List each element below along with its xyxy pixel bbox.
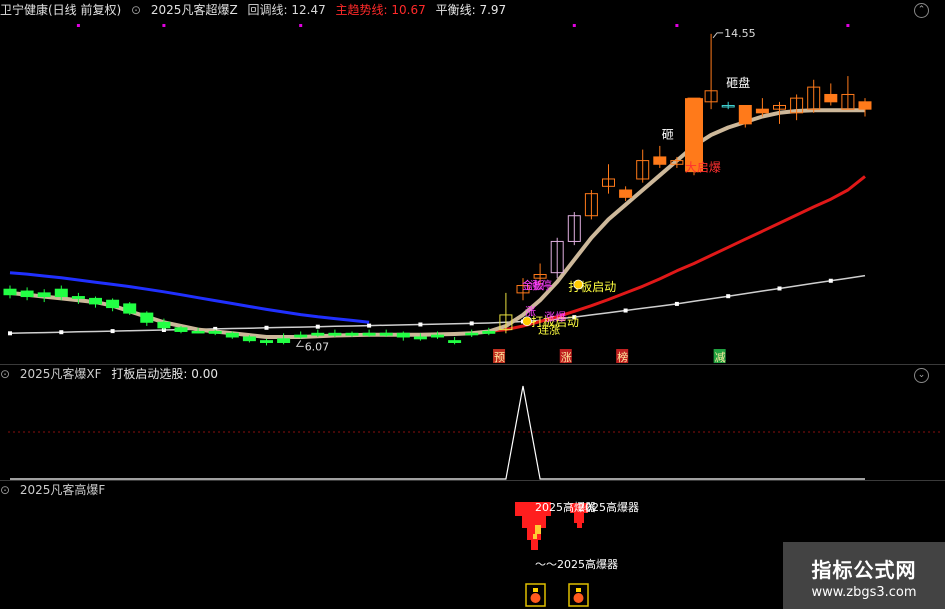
f-label-b: 2025高爆器 xyxy=(578,500,639,514)
candle-body[interactable] xyxy=(824,93,838,103)
candle-body[interactable] xyxy=(482,330,496,334)
candle-body[interactable] xyxy=(123,303,137,314)
candle-body[interactable] xyxy=(20,290,34,298)
candle-body[interactable] xyxy=(89,297,102,305)
balance-dot xyxy=(623,308,628,313)
watermark-url: www.zbgs3.com xyxy=(811,585,917,600)
zapan-label: 砸盘 xyxy=(726,75,750,90)
balance-dot xyxy=(469,321,474,326)
candle-body[interactable] xyxy=(191,330,205,334)
candle-body[interactable] xyxy=(37,292,51,298)
pullback-value: 回调线: 12.47 xyxy=(247,3,326,17)
indicator-dropdown-icon[interactable]: ⊙ xyxy=(131,3,141,17)
candle-body[interactable] xyxy=(294,334,308,338)
balance-dot xyxy=(367,323,372,328)
balance-dot xyxy=(110,329,115,334)
candle-body[interactable] xyxy=(71,296,85,299)
candle-body[interactable] xyxy=(413,336,427,340)
candle-body[interactable] xyxy=(140,312,154,323)
watermark-title: 指标公式网 xyxy=(811,558,917,582)
xf-dropdown-icon[interactable]: ⊙ xyxy=(0,367,10,381)
money-bag-icon xyxy=(525,583,546,607)
balance-dot xyxy=(264,325,269,330)
zhangting-label: 涨停 xyxy=(530,278,552,292)
balance-line xyxy=(9,274,866,335)
signal-dot xyxy=(572,24,576,27)
candle-body[interactable] xyxy=(225,332,239,338)
pullback-line xyxy=(9,108,865,339)
marker-text: 减 xyxy=(715,351,726,364)
candle-body[interactable] xyxy=(465,332,479,336)
signal-dot xyxy=(76,24,80,27)
signal-dot xyxy=(846,24,850,27)
signal-dot xyxy=(675,24,679,27)
collapse-up-icon[interactable]: ⌃ xyxy=(914,3,929,18)
marker-text: 榜 xyxy=(617,350,628,364)
signal-dot xyxy=(162,24,166,27)
xf-header: ⊙ 2025凡客爆XF 打板启动选股: 0.00 xyxy=(0,364,945,384)
candle-body[interactable] xyxy=(106,299,120,309)
stock-title[interactable]: 卫宁健康(日线 前复权) xyxy=(0,3,121,17)
candle-body[interactable] xyxy=(174,327,188,332)
candle-body[interactable] xyxy=(208,330,222,334)
xf-value: 打板启动选股: 0.00 xyxy=(111,367,218,381)
candle-body[interactable] xyxy=(3,288,17,296)
za-label: 砸 xyxy=(662,128,674,142)
zhangbao-label: 涨爆 xyxy=(544,309,566,323)
candle-body[interactable] xyxy=(738,104,752,125)
high-label: 14.55 xyxy=(724,27,756,40)
candle-body[interactable] xyxy=(311,332,325,336)
low-label: 6.07 xyxy=(305,340,330,353)
balance-dot xyxy=(726,294,731,299)
lianzhang-label: 连涨 xyxy=(538,323,560,336)
zhang-label: 涨 xyxy=(525,305,536,318)
candle-body[interactable] xyxy=(54,288,68,298)
candle-body[interactable] xyxy=(157,321,171,329)
trend-value: 主趋势线: 10.67 xyxy=(335,3,426,17)
candle-body[interactable] xyxy=(619,189,633,198)
candle-body[interactable] xyxy=(653,156,667,165)
xf-collapse-icon[interactable]: ⌄ xyxy=(914,368,929,383)
balance-dot xyxy=(8,331,12,336)
signal-dot xyxy=(299,24,303,27)
candle-body[interactable] xyxy=(379,332,393,336)
balance-dot xyxy=(59,330,64,335)
candle-body[interactable] xyxy=(448,340,462,343)
balance-dot xyxy=(315,324,320,329)
balance-dot xyxy=(674,301,679,306)
f-dropdown-icon[interactable]: ⊙ xyxy=(0,483,10,497)
candle-body[interactable] xyxy=(396,332,410,338)
candle-body[interactable] xyxy=(431,334,444,338)
money-bag-icon xyxy=(568,583,589,607)
candle-body[interactable] xyxy=(328,332,342,336)
xf-chart[interactable] xyxy=(0,382,945,482)
candle-body[interactable] xyxy=(345,332,359,336)
watermark: 指标公式网 www.zbgs3.com xyxy=(783,542,945,609)
marker-text: 涨 xyxy=(561,351,572,364)
trend-line xyxy=(488,175,866,333)
balance-dot xyxy=(828,278,833,283)
f-name: 2025凡客高爆F xyxy=(19,483,106,497)
low-marker xyxy=(295,340,304,347)
balance-dot xyxy=(418,322,423,327)
balance-dot xyxy=(777,286,782,291)
candle-body[interactable] xyxy=(277,338,291,343)
marker-text: 预 xyxy=(494,351,505,364)
candle-body[interactable] xyxy=(858,101,872,110)
coin-icon xyxy=(573,279,584,290)
main-header: 卫宁健康(日线 前复权) ⊙ 2025凡客超爆Z 回调线: 12.47 主趋势线… xyxy=(0,0,945,20)
coin-icon xyxy=(522,316,532,327)
f-label-c: ～～2025高爆器 xyxy=(535,557,618,571)
candle-body[interactable] xyxy=(755,108,769,114)
candle-body[interactable] xyxy=(242,336,256,342)
balance-value: 平衡线: 7.97 xyxy=(435,3,507,17)
candle-body[interactable] xyxy=(362,332,376,336)
high-marker xyxy=(712,32,724,39)
main-chart[interactable]: 14.556.07砸盘砸大启爆打板启动打板启动金板涨停涨爆涨连涨预涨榜减 xyxy=(0,18,945,366)
indicator-name: 2025凡客超爆Z xyxy=(150,3,238,17)
candle-body[interactable] xyxy=(260,340,273,343)
xf-name: 2025凡客爆XF xyxy=(19,367,102,381)
daqibao-label: 大启爆 xyxy=(685,161,721,175)
